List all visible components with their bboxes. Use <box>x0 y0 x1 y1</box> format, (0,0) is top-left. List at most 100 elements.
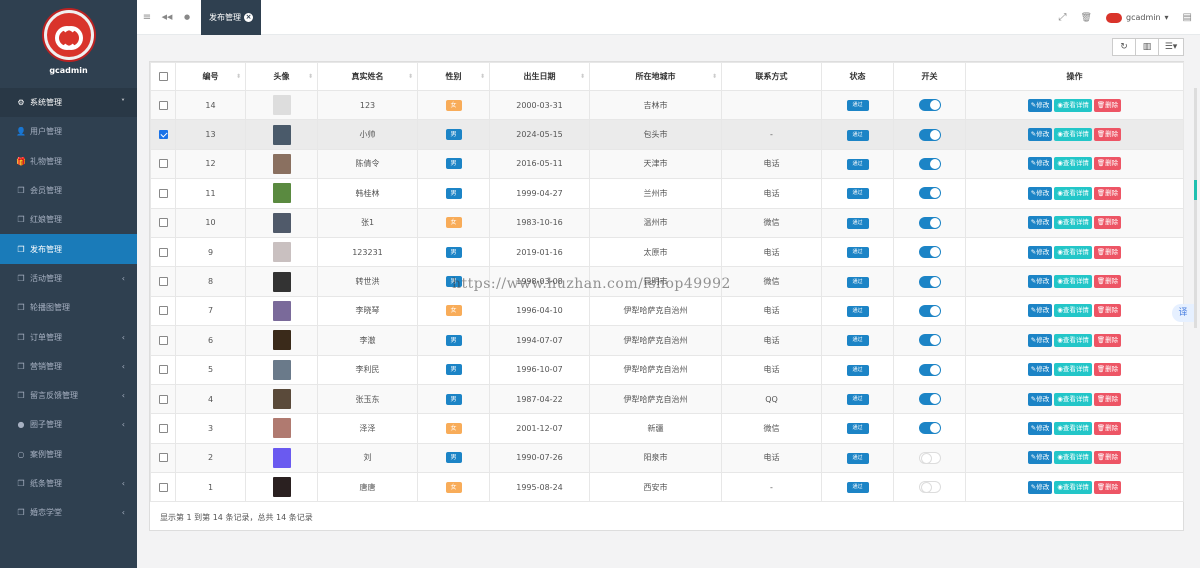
edit-button[interactable]: ✎修改 <box>1027 304 1053 318</box>
delete-button[interactable]: 🗑删除 <box>1093 128 1122 142</box>
edit-button[interactable]: ✎修改 <box>1027 480 1053 494</box>
table-row[interactable]: 1 唐唐 女 1995-08-24 西安市 - 通过 ✎修改 ◉查看详情 🗑删除 <box>150 472 1184 503</box>
tab-scroll-left-icon[interactable]: ◀◀ <box>157 13 177 21</box>
delete-button[interactable]: 🗑删除 <box>1093 480 1122 494</box>
tab-close-icon[interactable]: × <box>244 12 253 22</box>
row-select-cell[interactable] <box>150 178 176 209</box>
sidebar-item-10[interactable]: ❐ 留言反馈管理 ‹ <box>0 381 137 410</box>
column-header-0[interactable]: 编号 ⬍ <box>175 62 246 91</box>
toggle-switch[interactable] <box>918 99 941 112</box>
avatar[interactable] <box>272 271 291 292</box>
delete-button[interactable]: 🗑删除 <box>1093 451 1122 465</box>
translate-button[interactable]: 译 <box>1172 304 1194 322</box>
avatar[interactable] <box>272 95 291 116</box>
toggle-switch[interactable] <box>918 393 941 406</box>
sort-icon[interactable]: ⬍ <box>308 73 313 80</box>
delete-button[interactable]: 🗑删除 <box>1093 363 1122 377</box>
row-checkbox[interactable] <box>158 306 168 316</box>
edit-button[interactable]: ✎修改 <box>1027 451 1053 465</box>
table-row[interactable]: 12 陈倩令 男 2016-05-11 天津市 电话 通过 ✎修改 ◉查看详情 🗑删除 <box>150 148 1184 180</box>
select-all-checkbox[interactable] <box>158 72 168 81</box>
row-checkbox[interactable] <box>158 247 168 257</box>
toggle-switch[interactable] <box>918 481 941 494</box>
table-row[interactable]: 13 小帅 男 2024-05-15 包头市 - 通过 ✎修改 ◉查看详情 🗑删除 <box>150 119 1184 150</box>
edit-button[interactable]: ✎修改 <box>1027 392 1053 406</box>
table-row[interactable]: 9 123231 男 2019-01-16 太原市 电话 通过 ✎修改 ◉查看详情 🗑删除 <box>150 236 1184 268</box>
more-menu-icon[interactable]: ▤ <box>1183 12 1192 23</box>
edit-button[interactable]: ✎修改 <box>1027 216 1053 230</box>
sort-icon[interactable]: ⬍ <box>236 73 241 80</box>
view-detail-button[interactable]: ◉查看详情 <box>1054 333 1092 347</box>
toggle-switch[interactable] <box>918 451 941 464</box>
delete-button[interactable]: 🗑删除 <box>1093 421 1122 435</box>
edit-button[interactable]: ✎修改 <box>1027 186 1053 200</box>
row-select-cell[interactable] <box>150 148 176 180</box>
view-detail-button[interactable]: ◉查看详情 <box>1054 451 1092 465</box>
edit-button[interactable]: ✎修改 <box>1027 245 1053 259</box>
toggle-switch[interactable] <box>918 363 941 376</box>
sort-icon[interactable]: ⬍ <box>480 73 485 80</box>
row-checkbox[interactable] <box>158 394 168 404</box>
table-row[interactable]: 6 李澈 男 1994-07-07 伊犁哈萨克自治州 电话 通过 ✎修改 ◉查看详情 🗑删除 <box>150 325 1184 356</box>
table-row[interactable]: 4 张玉东 男 1987-04-22 伊犁哈萨克自治州 QQ 通过 ✎修改 ◉查看详情 🗑删除 <box>150 383 1184 415</box>
view-detail-button[interactable]: ◉查看详情 <box>1054 421 1092 435</box>
sidebar-item-5[interactable]: ❐ 发布管理 <box>0 234 137 264</box>
edit-button[interactable]: ✎修改 <box>1027 421 1053 435</box>
edit-button[interactable]: ✎修改 <box>1027 275 1053 289</box>
table-row[interactable]: 14 123 女 2000-03-31 吉林市 通过 ✎修改 ◉查看详情 🗑删除 <box>150 89 1184 121</box>
column-header-3[interactable]: 性别 ⬍ <box>417 62 490 91</box>
toggle-switch[interactable] <box>918 334 941 347</box>
delete-button[interactable]: 🗑删除 <box>1093 304 1122 318</box>
view-detail-button[interactable]: ◉查看详情 <box>1054 480 1092 494</box>
sort-icon[interactable]: ⬍ <box>580 73 585 80</box>
menu-toggle-icon[interactable]: ≡ <box>137 12 157 23</box>
toggle-switch[interactable] <box>918 216 941 229</box>
avatar[interactable] <box>272 212 291 233</box>
row-checkbox[interactable] <box>158 218 168 228</box>
edit-button[interactable]: ✎修改 <box>1027 363 1053 377</box>
gc-logo-icon[interactable] <box>43 10 94 60</box>
toggle-switch[interactable] <box>918 157 941 170</box>
sidebar-item-4[interactable]: ❐ 红娘管理 <box>0 205 137 234</box>
avatar[interactable] <box>272 300 291 321</box>
delete-button[interactable]: 🗑删除 <box>1093 157 1122 171</box>
sidebar-item-0[interactable]: ⚙ 系统管理 ˅ <box>0 88 137 118</box>
table-row[interactable]: 3 泽泽 女 2001-12-07 新疆 微信 通过 ✎修改 ◉查看详情 🗑删除 <box>150 413 1184 444</box>
row-select-cell[interactable] <box>150 413 176 444</box>
sidebar-item-2[interactable]: 🎁 礼物管理 <box>0 147 137 176</box>
columns-dropdown-button[interactable]: ☰▾ <box>1158 38 1184 56</box>
refresh-button[interactable]: ↻ <box>1112 38 1136 56</box>
toggle-switch[interactable] <box>918 304 941 317</box>
row-select-cell[interactable] <box>150 266 176 297</box>
row-select-cell[interactable] <box>150 325 176 356</box>
row-checkbox[interactable] <box>158 423 168 433</box>
trash-icon[interactable]: 🗑 <box>1081 13 1092 23</box>
row-checkbox[interactable] <box>158 335 168 345</box>
page-scrollbar[interactable] <box>1194 88 1197 328</box>
row-checkbox[interactable] <box>158 365 168 375</box>
delete-button[interactable]: 🗑删除 <box>1093 333 1122 347</box>
row-select-cell[interactable] <box>150 119 176 150</box>
row-checkbox[interactable] <box>158 482 168 492</box>
row-checkbox[interactable] <box>158 130 168 140</box>
row-select-cell[interactable] <box>150 383 176 415</box>
row-select-cell[interactable] <box>150 89 176 121</box>
view-detail-button[interactable]: ◉查看详情 <box>1054 98 1092 112</box>
table-row[interactable]: 5 李利民 男 1996-10-07 伊犁哈萨克自治州 电话 通过 ✎修改 ◉查看详情 🗑删除 <box>150 354 1184 385</box>
avatar[interactable] <box>272 359 291 380</box>
tab-refresh-icon[interactable]: ● <box>177 13 197 21</box>
user-menu[interactable]: gcadmin ▾ <box>1105 12 1169 23</box>
edit-button[interactable]: ✎修改 <box>1027 128 1053 142</box>
view-detail-button[interactable]: ◉查看详情 <box>1054 157 1092 171</box>
view-detail-button[interactable]: ◉查看详情 <box>1054 304 1092 318</box>
table-row[interactable]: 10 张1 女 1983-10-16 温州市 微信 通过 ✎修改 ◉查看详情 🗑删除 <box>150 207 1184 238</box>
sidebar-item-14[interactable]: ❐ 婚恋学堂 ‹ <box>0 498 137 527</box>
avatar[interactable] <box>272 153 291 174</box>
delete-button[interactable]: 🗑删除 <box>1093 186 1122 200</box>
toggle-switch[interactable] <box>918 246 941 259</box>
tab-publish-management[interactable]: 发布管理 × <box>201 0 261 35</box>
sidebar-item-1[interactable]: 👤 用户管理 <box>0 117 137 146</box>
view-detail-button[interactable]: ◉查看详情 <box>1054 128 1092 142</box>
view-detail-button[interactable]: ◉查看详情 <box>1054 275 1092 289</box>
view-detail-button[interactable]: ◉查看详情 <box>1054 186 1092 200</box>
